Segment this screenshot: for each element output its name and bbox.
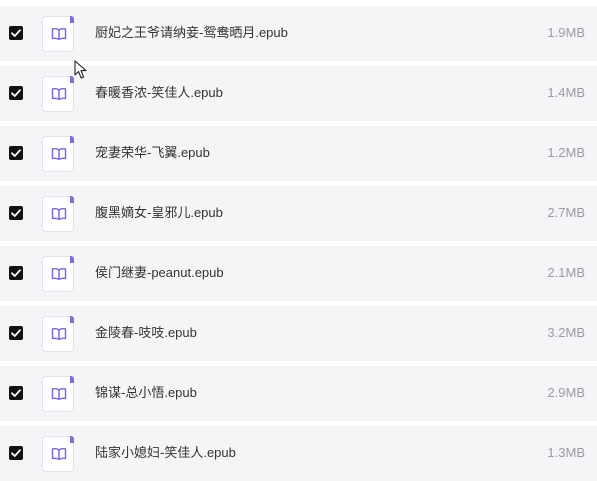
book-icon bbox=[42, 76, 74, 112]
book-icon bbox=[42, 16, 74, 52]
file-name: 宠妻荣华-飞翼.epub bbox=[95, 145, 210, 160]
checkbox-checked-icon[interactable] bbox=[9, 266, 23, 280]
checkbox-checked-icon[interactable] bbox=[9, 326, 23, 340]
file-row[interactable]: 锦谋-总小悟.epub 2.9MB bbox=[0, 366, 597, 421]
checkbox-checked-icon[interactable] bbox=[9, 446, 23, 460]
checkbox-checked-icon[interactable] bbox=[9, 146, 23, 160]
file-size: 1.2MB bbox=[547, 145, 585, 160]
file-name: 厨妃之王爷请纳妾-鸳鸯晒月.epub bbox=[95, 25, 288, 40]
book-icon bbox=[42, 136, 74, 172]
book-icon bbox=[42, 436, 74, 472]
file-row[interactable]: 腹黑嫡女-皇邪儿.epub 2.7MB bbox=[0, 186, 597, 241]
file-size: 2.9MB bbox=[547, 385, 585, 400]
file-size: 1.4MB bbox=[547, 85, 585, 100]
checkbox-checked-icon[interactable] bbox=[9, 86, 23, 100]
file-size: 3.2MB bbox=[547, 325, 585, 340]
book-icon bbox=[42, 196, 74, 232]
file-name: 金陵春-吱吱.epub bbox=[95, 325, 197, 340]
file-name: 春暖香浓-笑佳人.epub bbox=[95, 85, 223, 100]
file-size: 2.7MB bbox=[547, 205, 585, 220]
file-row[interactable]: 厨妃之王爷请纳妾-鸳鸯晒月.epub 1.9MB bbox=[0, 6, 597, 61]
book-icon bbox=[42, 376, 74, 412]
file-list: 厨妃之王爷请纳妾-鸳鸯晒月.epub 1.9MB 春暖香浓-笑佳人.epub 1… bbox=[0, 0, 597, 481]
file-size: 1.3MB bbox=[547, 445, 585, 460]
file-row[interactable]: 宠妻荣华-飞翼.epub 1.2MB bbox=[0, 126, 597, 181]
book-icon bbox=[42, 316, 74, 352]
file-size: 2.1MB bbox=[547, 265, 585, 280]
checkbox-checked-icon[interactable] bbox=[9, 206, 23, 220]
file-row[interactable]: 侯门继妻-peanut.epub 2.1MB bbox=[0, 246, 597, 301]
file-name: 腹黑嫡女-皇邪儿.epub bbox=[95, 205, 223, 220]
book-icon bbox=[42, 256, 74, 292]
file-row[interactable]: 春暖香浓-笑佳人.epub 1.4MB bbox=[0, 66, 597, 121]
checkbox-checked-icon[interactable] bbox=[9, 386, 23, 400]
checkbox-checked-icon[interactable] bbox=[9, 26, 23, 40]
file-name: 陆家小媳妇-笑佳人.epub bbox=[95, 445, 236, 460]
file-size: 1.9MB bbox=[547, 25, 585, 40]
file-name: 侯门继妻-peanut.epub bbox=[95, 265, 224, 280]
file-name: 锦谋-总小悟.epub bbox=[95, 385, 197, 400]
file-row[interactable]: 金陵春-吱吱.epub 3.2MB bbox=[0, 306, 597, 361]
file-row[interactable]: 陆家小媳妇-笑佳人.epub 1.3MB bbox=[0, 426, 597, 481]
